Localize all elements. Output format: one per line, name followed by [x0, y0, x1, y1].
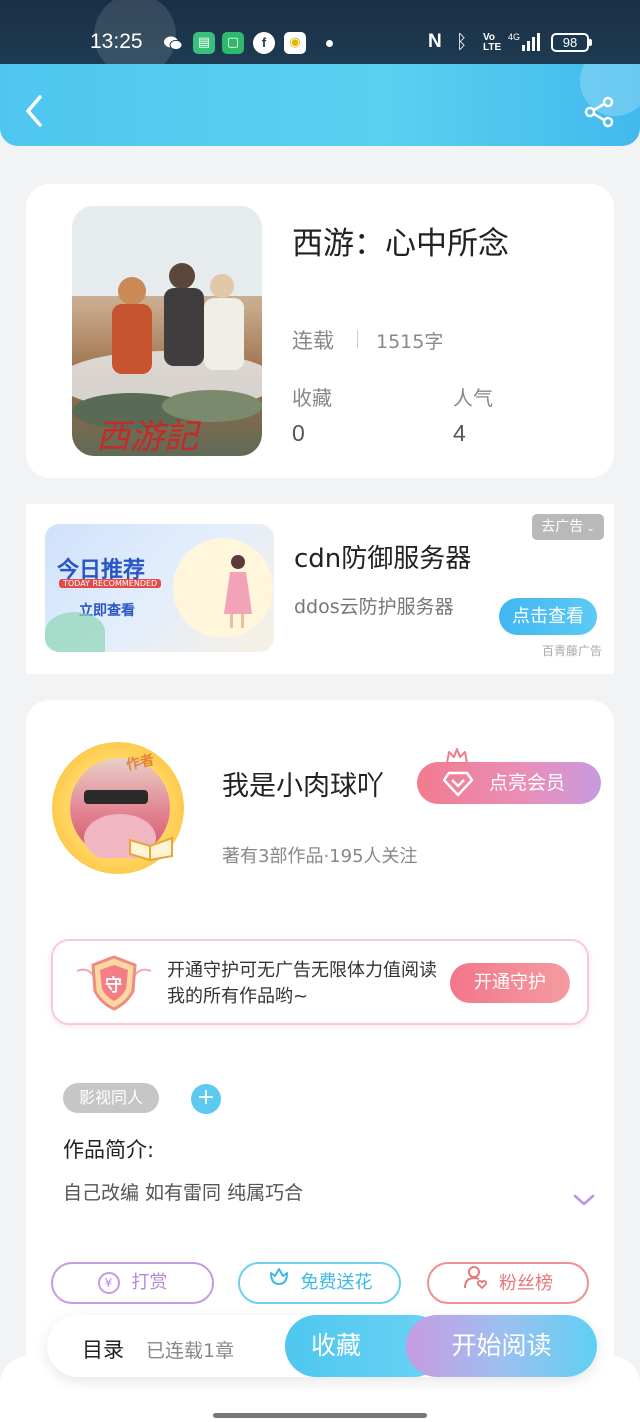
- divider: [357, 330, 358, 348]
- fans-rank-button[interactable]: 粉丝榜: [427, 1262, 589, 1304]
- flower-icon: [267, 1264, 291, 1302]
- app-icon: ▢: [222, 32, 244, 54]
- word-count: 1515字: [376, 331, 444, 353]
- dot-icon: [326, 40, 333, 47]
- volte-icon: Vo LTE: [483, 32, 502, 53]
- start-reading-button[interactable]: 开始阅读: [406, 1315, 597, 1377]
- app-icon: ◉: [284, 32, 306, 54]
- ad-source: 百青藤广告: [542, 644, 603, 658]
- shield-icon: 守: [75, 953, 153, 1013]
- remove-ad-label: 去广告: [541, 519, 584, 535]
- tip-button[interactable]: ¥ 打赏: [51, 1262, 214, 1304]
- battery-icon: 98: [551, 33, 589, 52]
- tip-label: 打赏: [131, 1272, 168, 1293]
- ad-title: cdn防御服务器: [294, 544, 472, 574]
- yen-icon: ¥: [97, 1272, 120, 1294]
- user-heart-icon: [463, 1264, 489, 1304]
- fans-label: 粉丝榜: [499, 1273, 553, 1294]
- intro-label: 作品简介:: [63, 1138, 155, 1162]
- book-title: 西游：心中所念: [292, 226, 509, 262]
- svg-text:西游記: 西游記: [96, 417, 202, 456]
- intro-text: 自己改编 如有雷同 纯属巧合: [63, 1182, 304, 1204]
- ad-image-plant: [45, 612, 105, 652]
- favorites-count: 0: [292, 420, 305, 446]
- ad-image-subtitle: TODAY RECOMMENDED: [59, 579, 162, 588]
- battery-cap: [589, 39, 592, 46]
- plus-icon: +: [196, 1085, 216, 1110]
- book-icon: [128, 832, 174, 862]
- wechat-icon: [162, 32, 184, 54]
- guard-description: 开通守护可无广告无限体力值阅读我的所有作品哟~: [167, 960, 437, 1007]
- share-icon[interactable]: [583, 96, 615, 128]
- app-icon: ▤: [193, 32, 215, 54]
- diamond-icon: [442, 770, 474, 797]
- chevron-left-icon[interactable]: [22, 94, 48, 128]
- popularity-label: 人气: [453, 386, 493, 410]
- genre-tag[interactable]: 影视同人: [63, 1083, 159, 1113]
- ad-image[interactable]: 今日推荐 TODAY RECOMMENDED 立即查看: [45, 524, 274, 652]
- ad-image-figure: [220, 554, 254, 632]
- free-flower-button[interactable]: 免费送花: [238, 1262, 401, 1304]
- favorites-label: 收藏: [292, 386, 332, 410]
- top-nav-bar: [0, 64, 640, 146]
- open-guard-button[interactable]: 开通守护: [450, 963, 570, 1003]
- facebook-icon: f: [253, 32, 275, 54]
- add-tag-button[interactable]: +: [191, 1084, 221, 1114]
- popularity-count: 4: [453, 420, 466, 446]
- author-name[interactable]: 我是小肉球吖: [222, 764, 384, 803]
- bluetooth-icon: ᛒ: [456, 31, 468, 53]
- vip-button[interactable]: 点亮会员: [417, 748, 601, 804]
- book-cover[interactable]: 西游記: [72, 206, 262, 456]
- chapter-count: 已连载1章: [146, 1340, 235, 1362]
- flower-label: 免费送花: [300, 1272, 373, 1293]
- home-indicator[interactable]: [213, 1413, 427, 1418]
- toc-link[interactable]: 目录: [82, 1334, 124, 1364]
- chevron-down-icon: ⌄: [583, 523, 595, 534]
- serial-status: 连载: [292, 329, 334, 353]
- ad-cta-button[interactable]: 点击查看: [499, 598, 597, 635]
- remove-ad-button[interactable]: 去广告 ⌄: [532, 514, 604, 540]
- 4g-signal-icon: 4G: [508, 31, 544, 53]
- crown-icon: [445, 740, 469, 764]
- ad-subtitle: ddos云防护服务器: [294, 596, 454, 618]
- vip-label: 点亮会员: [489, 772, 566, 794]
- expand-chevron-icon[interactable]: [572, 1192, 596, 1208]
- status-bar: 13:25 ▤ ▢ f ◉ N ᛒ Vo LTE 4G 98: [0, 0, 640, 76]
- svg-text:4G: 4G: [508, 32, 520, 42]
- author-stats: 著有3部作品·195人关注: [222, 846, 418, 867]
- nfc-icon: N: [428, 31, 442, 52]
- shield-text: 守: [105, 975, 122, 996]
